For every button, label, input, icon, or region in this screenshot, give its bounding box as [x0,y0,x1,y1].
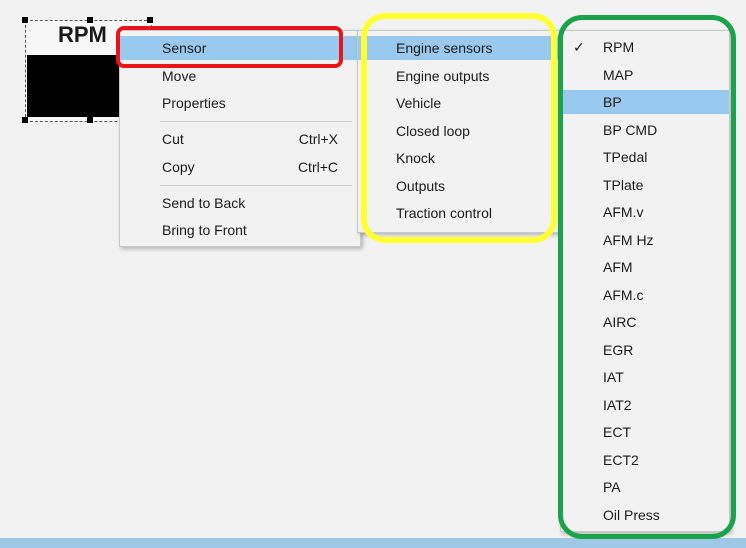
resize-handle[interactable] [87,117,93,123]
menu-item-label: Cut [162,131,184,147]
menu-item-properties[interactable]: Properties [120,91,360,115]
shortcut-label: Ctrl+X [298,131,338,147]
menu-item-label: Send to Back [162,195,246,211]
resize-handle[interactable] [22,17,28,23]
red-highlight-frame [116,26,343,68]
menu-item-bring-to-front[interactable]: Bring to Front [120,218,360,242]
menu-item-send-to-back[interactable]: Send to Back [120,191,360,215]
resize-handle[interactable] [147,17,153,23]
menu-item-cut[interactable]: Cut Ctrl+X [120,127,360,151]
menu-separator [160,185,352,186]
menu-item-copy[interactable]: Copy Ctrl+C [120,155,360,179]
menu-item-label: Bring to Front [162,222,247,238]
menu-item-label: Move [162,68,197,84]
bottom-strip [0,538,746,548]
menu-separator [160,121,352,122]
shortcut-label: Ctrl+C [297,159,338,175]
menu-item-label: Properties [162,95,226,111]
gauge-value-display [27,55,127,117]
menu-item-label: Copy [162,159,195,175]
yellow-highlight-frame [361,13,557,243]
gauge-title: RPM [58,22,107,47]
resize-handle[interactable] [22,117,28,123]
resize-handle[interactable] [87,17,93,23]
green-highlight-frame [558,15,736,539]
